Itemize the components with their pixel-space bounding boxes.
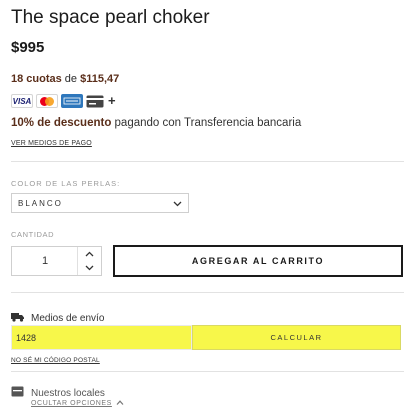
quantity-label: CANTIDAD <box>11 230 55 239</box>
pearl-color-label: COLOR DE LAS PERLAS: <box>11 179 121 188</box>
quantity-input[interactable]: 1 <box>12 247 78 275</box>
visa-icon: VISA <box>11 94 33 108</box>
discount-bold: 10% de descuento <box>11 117 112 129</box>
mastercard-icon <box>36 94 58 108</box>
calculate-button[interactable]: CALCULAR <box>192 325 401 350</box>
chevron-down-icon <box>173 194 182 212</box>
installments-amount: $115,47 <box>80 73 120 85</box>
more-cards-icon: + <box>108 93 116 108</box>
add-to-cart-button[interactable]: AGREGAR AL CARRITO <box>113 245 403 277</box>
generic-card-icon <box>86 94 104 108</box>
installments-info: 18 cuotas de $115,47 <box>11 73 119 85</box>
installments-count: 18 cuotas <box>11 73 62 85</box>
pearl-color-value: BLANCO <box>18 198 63 208</box>
stores-label: Nuestros locales <box>31 387 105 399</box>
hide-options-toggle[interactable]: OCULTAR OPCIONES <box>31 400 124 407</box>
chevron-up-icon <box>116 400 124 407</box>
chevron-up-icon[interactable] <box>78 247 101 261</box>
discount-text: pagando con Transferencia bancaria <box>111 117 302 129</box>
divider <box>11 292 404 293</box>
shipping-label: Medios de envío <box>31 312 105 324</box>
divider <box>11 161 404 162</box>
pearl-color-select[interactable]: BLANCO <box>11 193 189 213</box>
payment-cards: VISA + <box>11 94 116 108</box>
chevron-down-icon[interactable] <box>78 261 101 275</box>
amex-icon <box>61 94 83 108</box>
quantity-arrows <box>77 247 101 275</box>
product-price: $995 <box>11 39 45 56</box>
divider <box>11 371 404 372</box>
postal-code-input[interactable]: 1428 <box>11 325 192 350</box>
discount-info: 10% de descuento pagando con Transferenc… <box>11 117 301 129</box>
unknown-postal-code-link[interactable]: NO SÉ MI CÓDIGO POSTAL <box>11 357 100 364</box>
see-payment-methods-link[interactable]: VER MEDIOS DE PAGO <box>11 140 92 147</box>
store-icon <box>11 384 24 402</box>
product-title: The space pearl choker <box>11 7 210 28</box>
quantity-stepper[interactable]: 1 <box>11 246 102 276</box>
hide-options-link[interactable]: OCULTAR OPCIONES <box>31 400 112 407</box>
installments-connector: de <box>61 73 81 85</box>
